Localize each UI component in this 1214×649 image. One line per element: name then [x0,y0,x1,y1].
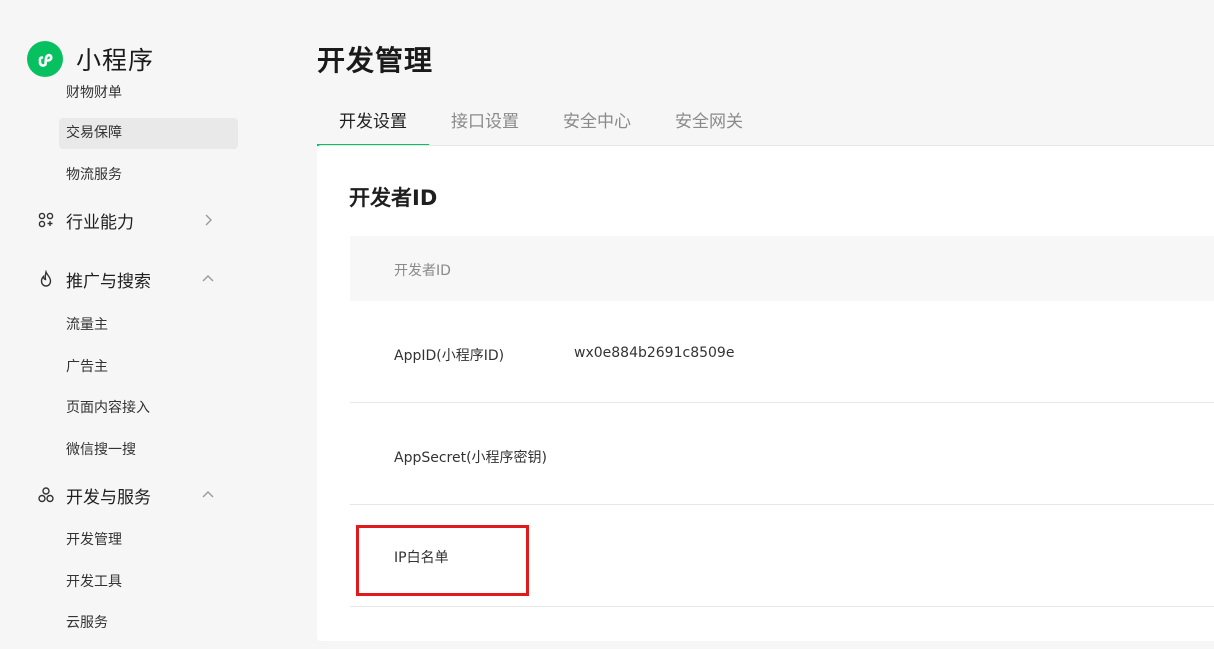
sidebar-item-traffic-owner[interactable]: 流量主 [59,310,238,341]
table-row-appid: AppID(小程序ID) wx0e884b2691c8509e [350,301,1214,403]
tab-bar: 开发设置 接口设置 安全中心 安全网关 [317,102,1214,146]
sidebar-item-wechat-search[interactable]: 微信搜一搜 [59,435,238,466]
sidebar-group-industry[interactable]: 行业能力 [36,206,226,234]
flame-icon [36,269,56,289]
brand-name: 小程序 [76,46,155,75]
sidebar-group-dev-service[interactable]: 开发与服务 [36,481,226,509]
chevron-up-icon [202,491,214,498]
sidebar-item-clipped[interactable]: 财物财单 [66,79,216,101]
developer-id-card: 开发者ID 开发者ID AppID(小程序ID) wx0e884b2691c85… [317,145,1214,641]
table-row-appsecret: AppSecret(小程序密钥) [350,403,1214,505]
sidebar-item-label: 交易保障 [66,125,122,141]
app-root: 小程序 财物财单 交易保障 物流服务 行业能力 推广与搜索 流量主 广告主 页面… [0,0,1214,649]
sidebar-item-label: 微信搜一搜 [66,442,136,458]
sidebar-item-label: 流量主 [66,317,108,333]
tab-security-gateway[interactable]: 安全网关 [653,102,765,145]
sidebar-item-label: 页面内容接入 [66,400,150,416]
chevron-right-icon [205,214,212,226]
sidebar-item-label: 云服务 [66,615,108,631]
sidebar-item-label: 开发工具 [66,574,122,590]
table-header-label: 开发者ID [394,263,451,279]
mini-program-logo-icon [27,41,63,77]
section-title: 开发者ID [349,186,438,210]
sidebar-item-label: 物流服务 [66,167,122,183]
sidebar-item-transaction-guarantee[interactable]: 交易保障 [59,118,238,149]
sidebar-group-label: 开发与服务 [66,487,151,508]
sidebar-item-label: 财物财单 [66,85,122,101]
sidebar-item-logistics[interactable]: 物流服务 [59,160,238,191]
table-header: 开发者ID [350,236,1214,301]
tab-dev-settings[interactable]: 开发设置 [317,102,429,146]
sidebar-item-label: 开发管理 [66,532,122,548]
ip-whitelist-label: IP白名单 [394,550,449,566]
sidebar-item-label: 广告主 [66,359,108,375]
sidebar-group-label: 行业能力 [66,212,134,233]
appid-value: wx0e884b2691c8509e [574,345,735,361]
appid-label: AppID(小程序ID) [394,348,505,364]
sidebar-item-page-content[interactable]: 页面内容接入 [59,393,238,424]
sidebar-item-dev-tools[interactable]: 开发工具 [59,567,238,598]
tab-security-center[interactable]: 安全中心 [541,102,653,145]
appsecret-label: AppSecret(小程序密钥) [394,450,548,466]
chevron-up-icon [202,275,214,282]
industry-icon [36,210,56,230]
sidebar-item-cloud-service[interactable]: 云服务 [59,608,238,639]
sidebar-item-advertiser[interactable]: 广告主 [59,352,238,383]
tab-api-settings[interactable]: 接口设置 [429,102,541,145]
sidebar-group-label: 推广与搜索 [66,271,151,292]
sidebar-group-promotion[interactable]: 推广与搜索 [36,265,226,293]
table-row-ip-whitelist: IP白名单 [350,505,1214,607]
brand[interactable]: 小程序 [27,40,154,78]
dev-service-icon [36,485,56,505]
sidebar: 小程序 财物财单 交易保障 物流服务 行业能力 推广与搜索 流量主 广告主 页面… [0,0,260,649]
sidebar-item-dev-management[interactable]: 开发管理 [59,525,238,556]
page-title: 开发管理 [317,44,434,77]
